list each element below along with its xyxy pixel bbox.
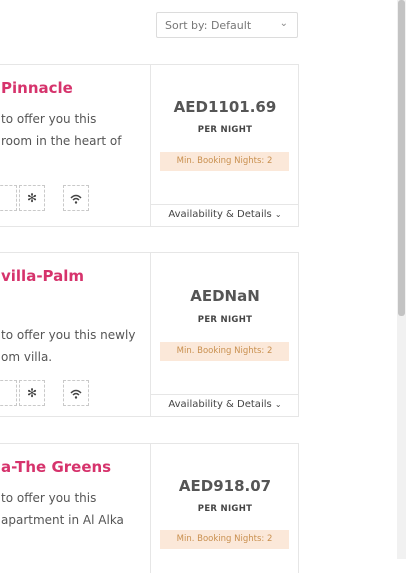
price: AEDNaN [190, 287, 260, 305]
listing-card: Pinnacle to offer you this room in the h… [0, 64, 299, 227]
price: AED918.07 [178, 477, 272, 495]
chevron-down-icon: ⌄ [274, 400, 282, 409]
listing-card: villa-Palm to offer you this newly om vi… [0, 252, 299, 417]
price-panel: AEDNaN PER NIGHT Min. Booking Nights: 2 … [150, 253, 299, 416]
min-booking-badge: Min. Booking Nights: 2 [160, 530, 289, 549]
availability-details-button[interactable]: Availability & Details ⌄ [151, 204, 299, 226]
listing-description: to offer you this apartment in Al Alka [1, 491, 124, 527]
wifi-icon [63, 380, 89, 406]
price-panel: AED1101.69 PER NIGHT Min. Booking Nights… [150, 65, 299, 226]
snowflake-icon: ✻ [19, 380, 45, 406]
snowflake-icon: ✻ [19, 185, 45, 211]
amenity-box [0, 185, 17, 211]
listing-title[interactable]: a-The Greens [1, 458, 111, 476]
min-booking-badge: Min. Booking Nights: 2 [160, 342, 289, 361]
chevron-down-icon: ⌄ [274, 210, 282, 219]
listing-description: to offer you this newly om villa. [1, 328, 136, 364]
per-night-label: PER NIGHT [197, 125, 253, 135]
sort-dropdown[interactable]: Sort by: Default ⌄ [156, 12, 298, 38]
chevron-down-icon: ⌄ [279, 18, 288, 29]
listing-title[interactable]: villa-Palm [1, 267, 84, 285]
amenity-box [0, 380, 17, 406]
listing-card: a-The Greens to offer you this apartment… [0, 443, 299, 573]
wifi-icon [63, 185, 89, 211]
min-booking-badge: Min. Booking Nights: 2 [160, 152, 289, 171]
availability-details-button[interactable]: Availability & Details ⌄ [151, 394, 299, 416]
per-night-label: PER NIGHT [197, 315, 253, 325]
scrollbar-thumb[interactable] [398, 0, 405, 316]
per-night-label: PER NIGHT [197, 504, 253, 514]
price: AED1101.69 [173, 98, 277, 116]
listing-title[interactable]: Pinnacle [1, 79, 73, 97]
listing-description: to offer you this room in the heart of [1, 112, 122, 148]
price-panel: AED918.07 PER NIGHT Min. Booking Nights:… [150, 444, 299, 573]
sort-label: Sort by: Default [165, 19, 252, 32]
